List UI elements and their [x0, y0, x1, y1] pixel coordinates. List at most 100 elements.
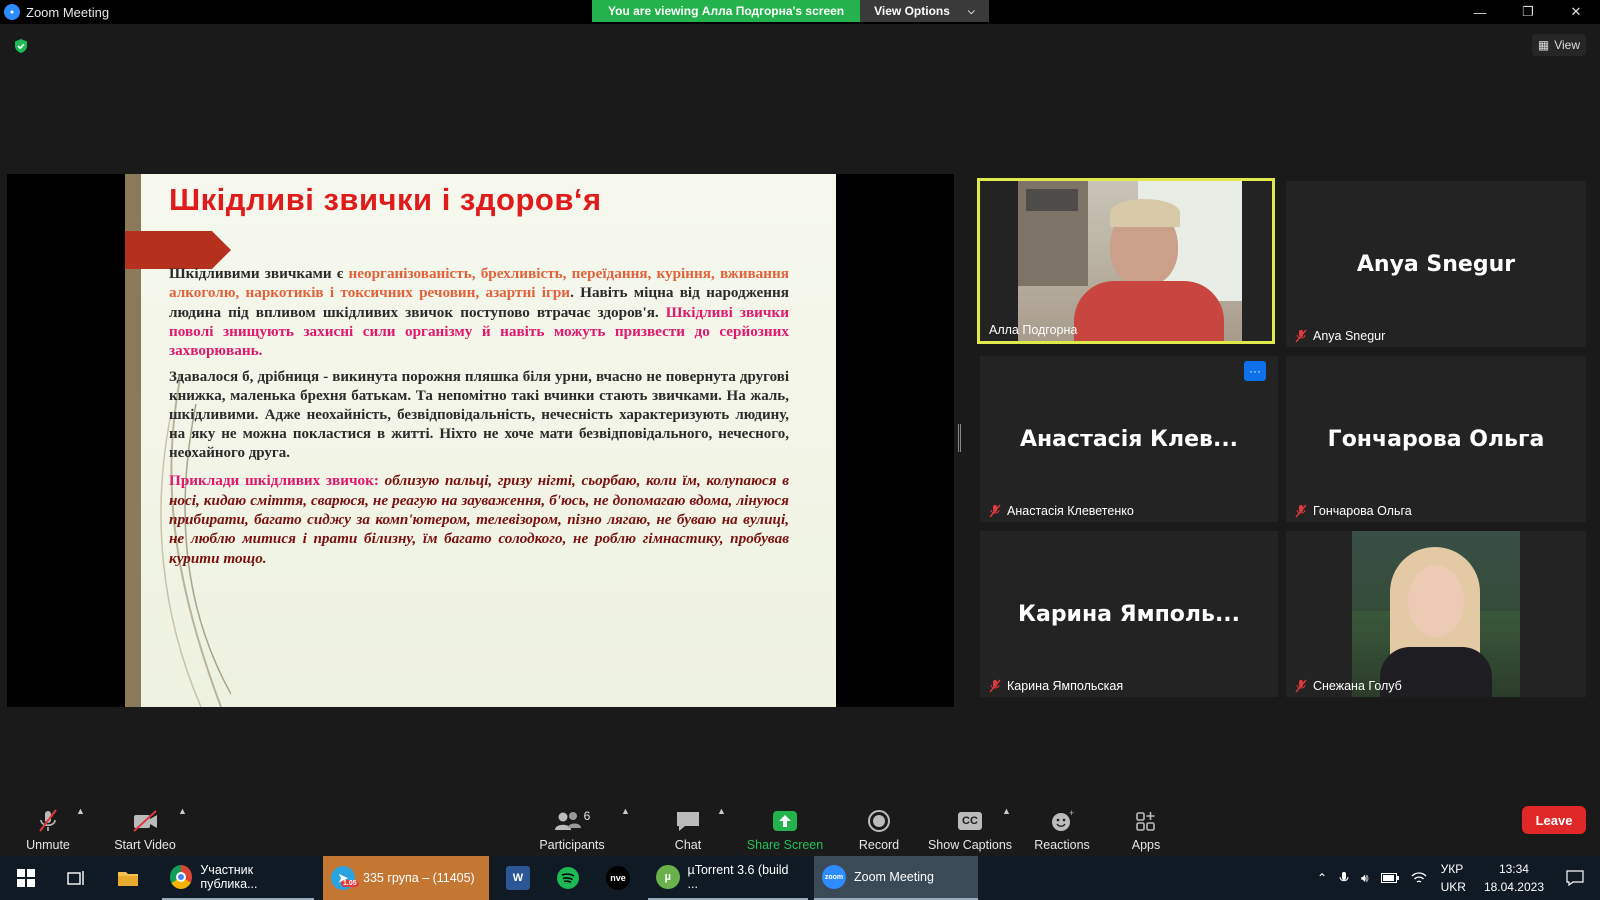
audio-options-caret[interactable]: ▲: [76, 806, 85, 816]
view-options-button[interactable]: View Options ⌵: [860, 0, 989, 22]
task-view-button[interactable]: [58, 856, 94, 900]
view-button[interactable]: ▦ View: [1531, 34, 1586, 56]
microphone-icon[interactable]: [1333, 871, 1355, 885]
minimize-icon[interactable]: —: [1456, 0, 1504, 24]
network-icon[interactable]: [1405, 871, 1433, 885]
participant-name-tag: Гончарова Ольга: [1290, 503, 1417, 519]
participant-name: Анастасія Клеветенко: [1007, 504, 1134, 518]
captions-options-caret[interactable]: ▲: [1002, 806, 1011, 816]
clock-date: 18.04.2023: [1483, 880, 1544, 894]
participant-name-tag: Анастасія Клеветенко: [984, 503, 1139, 519]
notifications-icon[interactable]: [1554, 870, 1600, 886]
participant-tile-alla[interactable]: Алла Подгорна: [977, 178, 1275, 344]
restore-icon[interactable]: ❐: [1504, 0, 1552, 24]
slide-paragraph-2: Здавалося б, дрібниця - викинута порожня…: [169, 369, 789, 462]
chevron-down-icon: ⌵: [967, 5, 975, 16]
svg-text:+: +: [1069, 808, 1074, 818]
participant-name-tag: Anya Snegur: [1290, 328, 1390, 344]
reactions-label: Reactions: [1034, 838, 1090, 852]
taskbar-telegram[interactable]: ➤ 1.05 335 група – (11405): [323, 856, 489, 900]
language-indicator[interactable]: УКР UKR: [1433, 860, 1474, 896]
slide-title: Шкідливі звички і здоров‘я: [169, 182, 602, 217]
participant-name: Алла Подгорна: [989, 323, 1078, 337]
windows-taskbar: Участник публика... ➤ 1.05 335 група – (…: [0, 856, 1600, 900]
taskbar-zoom-label: Zoom Meeting: [854, 870, 934, 884]
word-icon: W: [506, 866, 530, 890]
close-icon[interactable]: ✕: [1552, 0, 1600, 24]
taskbar-nve[interactable]: nve: [598, 856, 638, 900]
participant-name-tag: Снежана Голуб: [1290, 678, 1407, 694]
start-video-button[interactable]: Start Video: [110, 802, 180, 852]
video-face: [1408, 565, 1464, 637]
participants-options-caret[interactable]: ▲: [621, 806, 630, 816]
participant-tile-anya[interactable]: Anya Snegur Anya Snegur: [1286, 181, 1586, 347]
participant-display-name: Карина Ямполь...: [1017, 601, 1241, 627]
chrome-icon-center: [176, 872, 187, 882]
chat-icon: [677, 812, 699, 831]
show-captions-button[interactable]: CC Show Captions: [926, 802, 1014, 852]
telegram-icon: ➤ 1.05: [331, 866, 359, 890]
record-button[interactable]: Record: [856, 802, 902, 852]
zoom-icon: zoom: [822, 865, 846, 889]
folder-icon: [118, 872, 138, 886]
video-sweater: [1074, 281, 1224, 341]
slide-paragraph-3: Приклади шкідливих звичок: облизую пальц…: [169, 471, 789, 567]
participant-name: Гончарова Ольга: [1313, 504, 1412, 518]
taskbar-chrome[interactable]: Участник публика...: [162, 856, 314, 900]
view-label: View: [1554, 38, 1580, 52]
taskbar-spotify[interactable]: [548, 856, 588, 900]
panel-splitter[interactable]: [958, 424, 961, 452]
share-screen-label: Share Screen: [746, 838, 824, 852]
participant-tile-snezhana[interactable]: Снежана Голуб: [1286, 531, 1586, 697]
nve-icon-text: nve: [610, 873, 626, 883]
participant-tile-karina[interactable]: Карина Ямполь... Карина Ямпольская: [980, 531, 1278, 697]
taskbar-utorrent[interactable]: µ µTorrent 3.6 (build ...: [648, 856, 808, 900]
more-options-button[interactable]: ···: [1244, 361, 1266, 381]
share-screen-button[interactable]: Share Screen: [746, 802, 824, 852]
participants-button[interactable]: 6 Participants: [537, 802, 607, 852]
battery-icon[interactable]: [1375, 873, 1405, 883]
viewing-banner-text: You are viewing Алла Подгорна's screen: [592, 0, 861, 22]
participants-count: 6: [583, 809, 591, 823]
participants-icon: 6: [550, 808, 594, 834]
unmute-label: Unmute: [26, 838, 70, 852]
presentation-slide: Шкідливі звички і здоров‘я Шкідливими зв…: [125, 174, 836, 707]
apps-button[interactable]: Apps: [1128, 802, 1164, 852]
nve-icon: nve: [606, 866, 630, 890]
record-label: Record: [858, 838, 900, 852]
video-shelf-books: [1026, 189, 1078, 211]
shared-screen[interactable]: Шкідливі звички і здоров‘я Шкідливими зв…: [7, 174, 954, 707]
participant-tile-goncharova[interactable]: Гончарова Ольга Гончарова Ольга: [1286, 356, 1586, 522]
muted-mic-icon: [989, 679, 1001, 693]
participant-tile-anastasia[interactable]: Анастасія Клев... ··· Анастасія Клеветен…: [980, 356, 1278, 522]
windows-logo-icon: [17, 869, 35, 887]
captions-icon-text: CC: [958, 812, 982, 830]
clock-time: 13:34: [1498, 862, 1529, 876]
zoom-icon-text: zoom: [824, 873, 844, 881]
chat-button[interactable]: Chat: [668, 802, 708, 852]
security-shield-icon[interactable]: [13, 38, 29, 54]
clock[interactable]: 13:34 18.04.2023: [1474, 860, 1554, 896]
meeting-toolbar: Unmute ▲ Start Video ▲ 6 Participants ▲ …: [0, 794, 1600, 856]
video-options-caret[interactable]: ▲: [178, 806, 187, 816]
chat-label: Chat: [674, 838, 702, 852]
participant-name: Снежана Голуб: [1313, 679, 1402, 693]
file-explorer-button[interactable]: [108, 856, 148, 900]
unmute-button[interactable]: Unmute: [22, 802, 74, 852]
zoom-app-icon: ●: [4, 4, 20, 20]
slide-p3-a: Приклади шкідливих звичок:: [169, 472, 385, 490]
taskbar-word[interactable]: W: [498, 856, 538, 900]
reactions-button[interactable]: + Reactions: [1033, 802, 1091, 852]
start-button[interactable]: [6, 856, 46, 900]
volume-icon[interactable]: 🔊︎: [1355, 871, 1375, 886]
leave-button[interactable]: Leave: [1522, 806, 1586, 834]
chrome-icon: [170, 865, 193, 889]
participant-name-tag: Алла Подгорна: [984, 322, 1082, 338]
chat-options-caret[interactable]: ▲: [717, 806, 726, 816]
participants-label: Participants: [539, 838, 605, 852]
participant-video: [1018, 181, 1242, 341]
participant-name: Карина Ямпольская: [1007, 679, 1124, 693]
taskbar-chrome-label: Участник публика...: [200, 863, 258, 891]
tray-overflow-chevron-icon[interactable]: ⌃: [1311, 871, 1333, 885]
taskbar-zoom[interactable]: zoom Zoom Meeting: [814, 856, 978, 900]
